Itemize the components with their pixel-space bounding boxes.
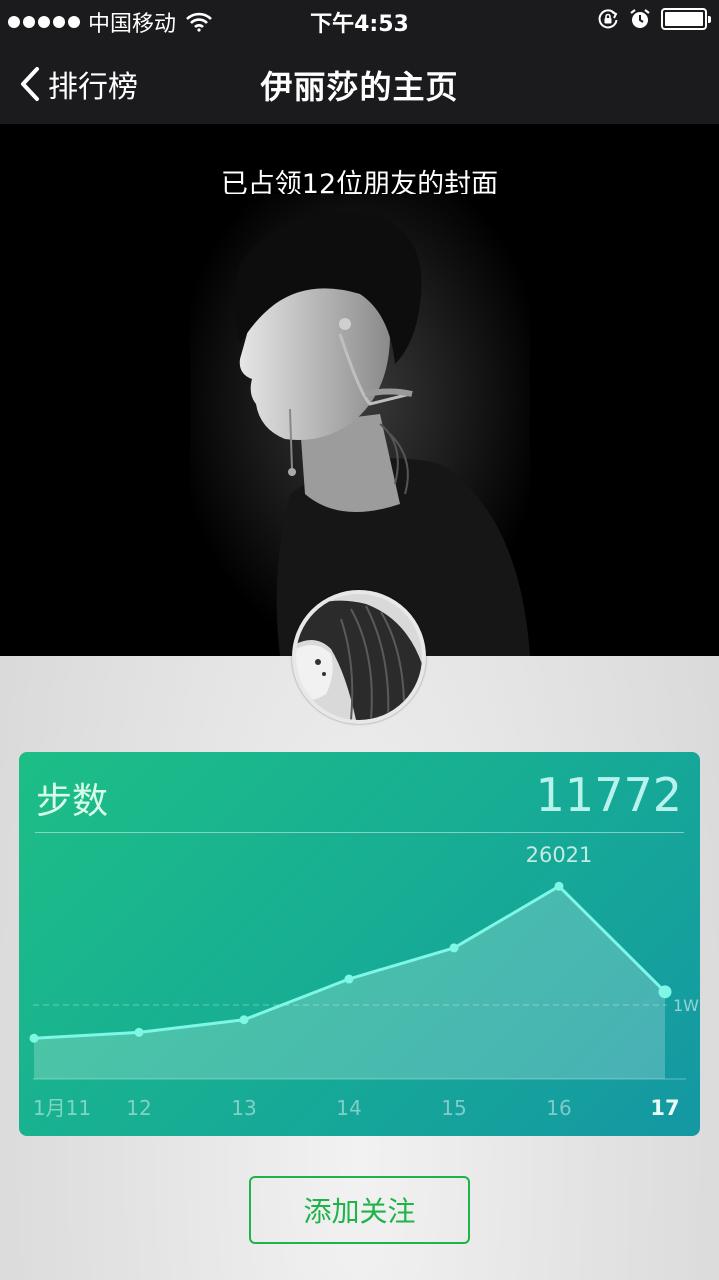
page-title: 伊丽莎的主页 [260, 68, 459, 106]
x-tick-label: 15 [441, 1096, 466, 1120]
data-point [658, 985, 672, 999]
follow-button[interactable]: 添加关注 [249, 1176, 470, 1244]
battery-icon [661, 8, 711, 30]
x-tick-label: 1月11 [33, 1096, 91, 1120]
status-right [597, 8, 711, 30]
x-tick-label: 16 [546, 1096, 571, 1120]
battery-fill [665, 12, 703, 26]
x-tick-label: 12 [126, 1096, 151, 1120]
x-tick-label: 13 [231, 1096, 256, 1120]
data-point [134, 1027, 144, 1037]
data-label: 26021 [526, 843, 593, 867]
data-point [344, 974, 354, 984]
rotation-lock-icon [598, 9, 618, 29]
reference-line-label: 1W [673, 996, 699, 1015]
data-point [449, 943, 459, 953]
avatar-image [296, 594, 422, 720]
data-point [554, 881, 564, 891]
avatar[interactable] [292, 590, 426, 724]
x-tick-label: 14 [336, 1096, 361, 1120]
cover-image[interactable]: 已占领12位朋友的封面 [0, 124, 719, 656]
steps-chart: 1W 1月11 12 13 14 15 16 17 26021 [29, 843, 699, 1120]
data-point [239, 1015, 249, 1025]
data-point [29, 1033, 39, 1043]
x-tick-label: 17 [650, 1096, 679, 1120]
steps-card[interactable]: 步数 11772 1W 1月11 12 13 14 15 16 17 26021 [19, 752, 700, 1136]
nav-bar: 排行榜 伊丽莎的主页 [0, 40, 719, 124]
cover-portrait-image [190, 194, 530, 656]
status-bar: 中国移动 下午4:53 [0, 0, 719, 40]
alarm-icon [630, 9, 650, 28]
